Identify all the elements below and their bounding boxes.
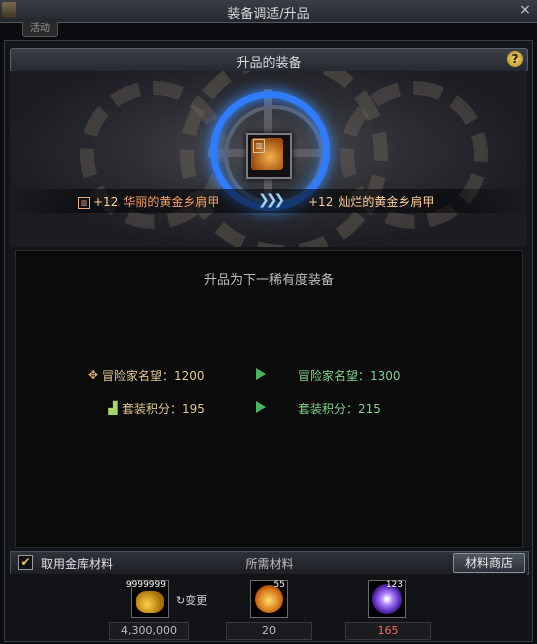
activity-tab[interactable]: 活动: [22, 22, 58, 37]
material-badge: 123: [385, 580, 403, 590]
materials-bar: ✔ 取用金库材料 所需材料 材料商店: [10, 551, 529, 575]
set-points-result: 套装积分：215: [298, 402, 381, 416]
equipment-slot[interactable]: ▥: [246, 133, 292, 179]
target-item-name: 灿烂的黄金乡肩甲: [338, 195, 435, 209]
materials-area: 9999999 ↻变更 55 123 4,300,000 20 165: [10, 574, 527, 640]
reputation-current: 冒险家名望：1200: [102, 369, 205, 383]
set-points-current: 套装积分：195: [122, 402, 205, 416]
set-points-icon: ▟: [108, 401, 118, 415]
gold-coins-slot[interactable]: 9999999: [126, 580, 169, 618]
triple-arrow-icon: ❯❯❯: [258, 192, 285, 208]
source-enhance-level: +12: [93, 195, 119, 209]
material-shop-button[interactable]: 材料商店: [453, 553, 525, 573]
help-icon[interactable]: ?: [507, 51, 523, 67]
upgrade-path: ▥ +12 华丽的黄金乡肩甲 ❯❯❯ +12 灿烂的黄金乡肩甲: [10, 189, 527, 213]
lock-icon: ▥: [253, 139, 265, 153]
target-item: +12 灿烂的黄金乡肩甲: [308, 193, 434, 210]
amber-orb-amount: 20: [226, 622, 312, 640]
material-badge: 55: [273, 580, 285, 590]
lock-icon: ▥: [78, 197, 90, 209]
reputation-row: ✥ 冒险家名望：1200 冒险家名望：1300: [16, 367, 522, 385]
info-headline: 升品为下一稀有度装备: [203, 273, 334, 288]
reputation-icon: ✥: [87, 368, 99, 382]
close-icon[interactable]: ×: [517, 2, 533, 18]
amber-orb-slot[interactable]: 55: [250, 580, 288, 618]
required-materials-label: 所需材料: [245, 557, 294, 571]
right-arrow-icon: [256, 401, 266, 413]
window-title: 装备调适/升品: [227, 7, 310, 22]
section-title: 升品的装备: [236, 56, 302, 71]
source-item-name: 华丽的黄金乡肩甲: [123, 195, 220, 209]
set-points-row: ▟ 套装积分：195 套装积分：215: [16, 400, 522, 418]
target-enhance-level: +12: [308, 195, 334, 209]
source-item: ▥ +12 华丽的黄金乡肩甲: [78, 193, 219, 210]
material-badge: 9999999: [125, 580, 166, 590]
gold-coins-icon: [136, 591, 164, 613]
section-header: 升品的装备 ?: [10, 48, 528, 72]
gold-amount: 4,300,000: [109, 622, 189, 640]
info-panel: 升品为下一稀有度装备 ✥ 冒险家名望：1200 冒险家名望：1300 ▟ 套装积…: [15, 250, 523, 548]
right-arrow-icon: [256, 368, 266, 380]
window-titlebar: 装备调适/升品 ×: [0, 0, 537, 23]
upgrade-art: ▥: [10, 71, 527, 247]
void-orb-slot[interactable]: 123: [368, 580, 406, 618]
void-orb-amount: 165: [345, 622, 431, 640]
reputation-result: 冒险家名望：1300: [298, 369, 401, 383]
change-button[interactable]: ↻变更: [176, 592, 207, 608]
